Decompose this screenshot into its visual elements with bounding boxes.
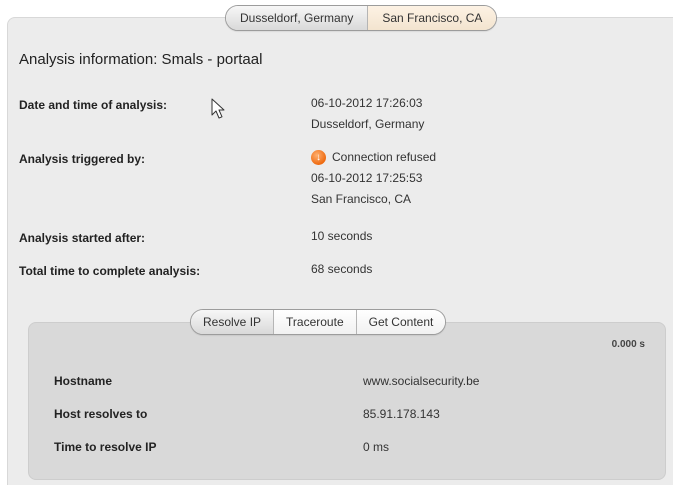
date-label: Date and time of analysis: [19, 98, 168, 112]
tab-traceroute[interactable]: Traceroute [274, 310, 357, 334]
total-label: Total time to complete analysis: [19, 264, 201, 278]
hostname-value: www.socialsecurity.be [363, 374, 480, 388]
resolve-time-value: 0 ms [363, 440, 390, 454]
triggered-time: 06-10-2012 17:25:53 [311, 171, 423, 185]
triggered-status: Connection refused [332, 150, 437, 164]
triggered-status-line: ↓ Connection refused [311, 147, 436, 168]
triggered-location: San Francisco, CA [311, 192, 412, 206]
tab-san-francisco[interactable]: San Francisco, CA [368, 6, 497, 30]
tab-dusseldorf[interactable]: Dusseldorf, Germany [226, 6, 369, 30]
started-label: Analysis started after: [19, 231, 146, 245]
tab-resolve-ip[interactable]: Resolve IP [191, 310, 275, 334]
date-value: 06-10-2012 17:26:03 [311, 96, 423, 110]
started-value: 10 seconds [311, 229, 373, 243]
resolve-timing: 0.000 s [611, 339, 645, 350]
resolve-time-label: Time to resolve IP [54, 440, 157, 454]
resolve-panel [28, 322, 666, 480]
date-value-block: 06-10-2012 17:26:03 Dusseldorf, Germany [311, 93, 424, 135]
triggered-label: Analysis triggered by: [19, 152, 146, 166]
total-value: 68 seconds [311, 262, 373, 276]
resolves-label: Host resolves to [54, 407, 148, 421]
detail-tabs: Resolve IP Traceroute Get Content [190, 309, 447, 335]
triggered-value-block: ↓ Connection refused 06-10-2012 17:25:53… [311, 147, 436, 210]
resolves-value: 85.91.178.143 [363, 407, 440, 421]
page-title: Analysis information: Smals - portaal [19, 51, 263, 68]
arrow-down-circle-icon: ↓ [311, 150, 326, 165]
location-tabs: Dusseldorf, Germany San Francisco, CA [225, 5, 498, 31]
mouse-pointer-icon [211, 98, 225, 119]
date-location: Dusseldorf, Germany [311, 117, 425, 131]
tab-get-content[interactable]: Get Content [356, 310, 446, 334]
hostname-label: Hostname [54, 374, 113, 388]
